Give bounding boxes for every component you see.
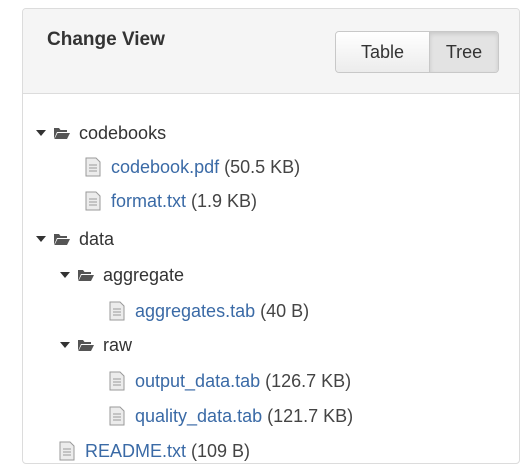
file-size: (1.9 KB): [191, 190, 258, 211]
file-link[interactable]: aggregates.tab: [135, 301, 255, 322]
tree-file-readme-txt: README.txt (109 B): [59, 434, 251, 463]
panel-title: Change View: [47, 29, 165, 50]
file-size: (126.7 KB): [265, 370, 352, 391]
panel-header: Change View Table Tree: [23, 9, 519, 94]
folder-open-icon: [54, 234, 70, 245]
file-icon: [85, 157, 101, 177]
file-tree: codebooks codebook.pdf (50.5 KB) format.…: [23, 93, 519, 463]
file-icon: [109, 371, 125, 391]
caret-down-icon[interactable]: [35, 233, 47, 245]
file-size: (121.7 KB): [267, 405, 354, 426]
table-view-button[interactable]: Table: [336, 32, 430, 72]
file-icon: [85, 191, 101, 211]
tree-folder-aggregate[interactable]: aggregate: [59, 258, 184, 292]
tree-file-aggregates-tab: aggregates.tab (40 B): [109, 294, 309, 328]
file-icon: [59, 441, 75, 461]
tree-folder-raw[interactable]: raw: [59, 328, 132, 362]
file-size: (109 B): [191, 440, 251, 461]
folder-name: aggregate: [103, 264, 185, 285]
file-link[interactable]: codebook.pdf: [111, 157, 219, 178]
tree-file-format-txt: format.txt (1.9 KB): [85, 184, 257, 218]
folder-name: codebooks: [79, 122, 167, 143]
caret-down-icon[interactable]: [35, 127, 47, 139]
tree-folder-codebooks[interactable]: codebooks: [35, 116, 166, 150]
file-link[interactable]: output_data.tab: [135, 371, 260, 392]
file-size: (40 B): [260, 300, 310, 321]
file-icon: [109, 406, 125, 426]
tree-file-output-data-tab: output_data.tab (126.7 KB): [109, 364, 351, 398]
file-size: (50.5 KB): [224, 156, 301, 177]
tree-folder-data[interactable]: data: [35, 222, 114, 256]
file-link[interactable]: README.txt: [85, 441, 186, 462]
folder-name: data: [79, 228, 115, 249]
tree-view-button[interactable]: Tree: [430, 32, 498, 72]
caret-down-icon[interactable]: [59, 339, 71, 351]
folder-open-icon: [54, 128, 70, 139]
folder-open-icon: [78, 340, 94, 351]
change-view-panel: Change View Table Tree codebooks codeboo…: [22, 8, 520, 464]
folder-name: raw: [103, 334, 133, 355]
caret-down-icon[interactable]: [59, 269, 71, 281]
file-icon: [109, 301, 125, 321]
file-link[interactable]: format.txt: [111, 191, 186, 212]
folder-open-icon: [78, 270, 94, 281]
tree-file-quality-data-tab: quality_data.tab (121.7 KB): [109, 399, 353, 433]
file-link[interactable]: quality_data.tab: [135, 406, 262, 427]
view-toggle-group: Table Tree: [335, 31, 499, 73]
tree-file-codebook-pdf: codebook.pdf (50.5 KB): [85, 150, 300, 184]
